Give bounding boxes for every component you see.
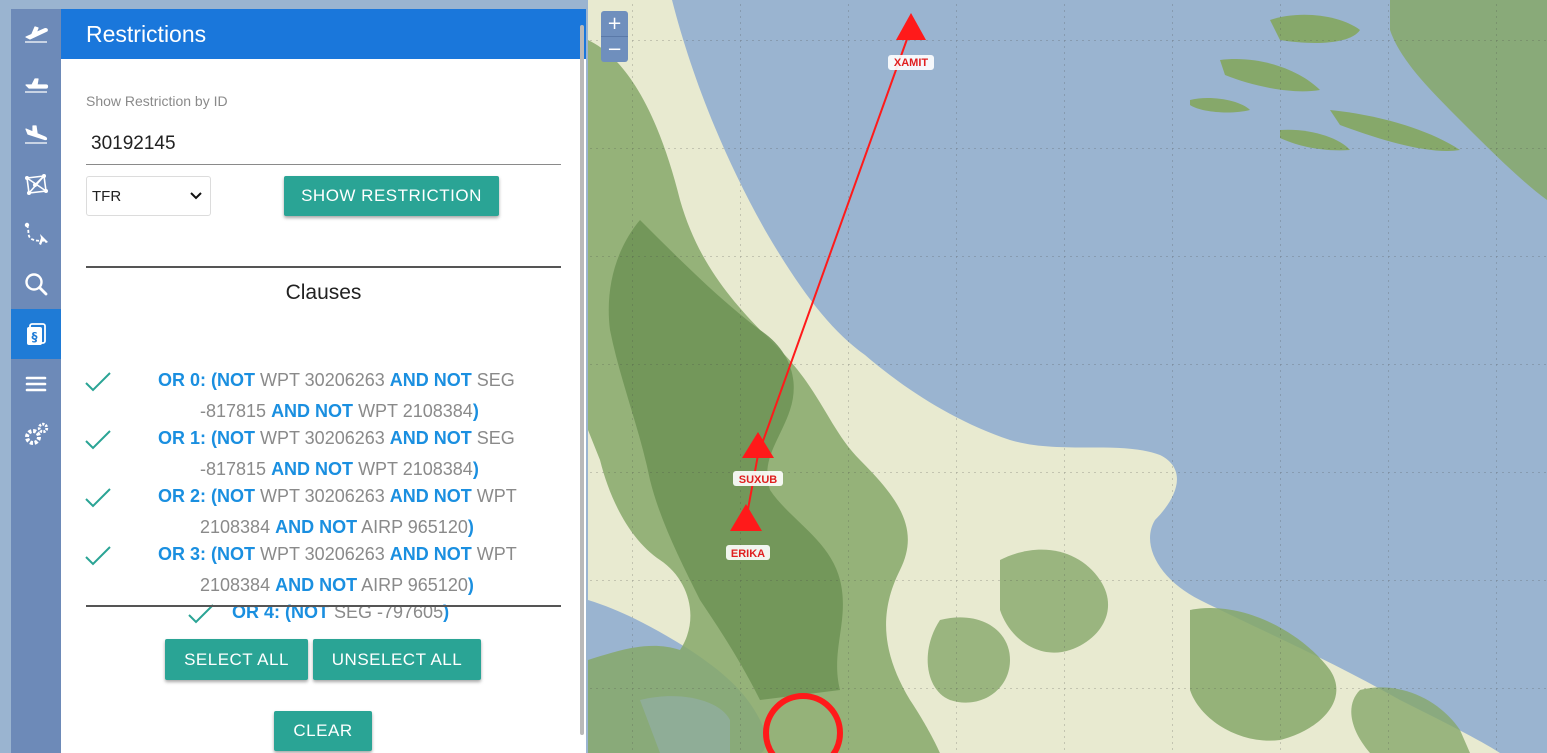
menu-icon xyxy=(25,376,47,392)
clause-term: 2108384 xyxy=(200,517,276,537)
clause-keyword: OR 1: (NOT xyxy=(158,428,255,448)
clause-keyword: OR 3: (NOT xyxy=(158,544,255,564)
select-all-button[interactable]: SELECT ALL xyxy=(165,639,308,680)
clause-text: -817815 AND NOT WPT 2108384) xyxy=(200,459,479,480)
clause-term: AIRP 965120 xyxy=(357,575,468,595)
clause-keyword: AND NOT xyxy=(275,517,358,537)
sidebar-item-arrivals[interactable] xyxy=(11,109,61,159)
clause-term: 2108384 xyxy=(200,575,276,595)
sidebar-item-routes[interactable] xyxy=(11,209,61,259)
clause-keyword: AND NOT xyxy=(389,486,472,506)
settings-icon xyxy=(25,422,49,445)
plane-landing-icon xyxy=(25,125,48,144)
clause-checkbox[interactable] xyxy=(84,487,112,509)
divider xyxy=(86,605,561,607)
unselect-all-button[interactable]: UNSELECT ALL xyxy=(313,639,481,680)
show-restriction-button[interactable]: SHOW RESTRICTION xyxy=(284,176,499,216)
clause-keyword: OR 2: (NOT xyxy=(158,486,255,506)
clause-term: -817815 xyxy=(200,459,272,479)
clause-term: WPT 30206263 xyxy=(255,428,390,448)
restriction-id-label: Show Restriction by ID xyxy=(86,93,228,109)
clause-keyword: OR 0: (NOT xyxy=(158,370,255,390)
clause-checkbox[interactable] xyxy=(84,429,112,451)
restriction-id-input[interactable] xyxy=(86,123,561,165)
clause-text: OR 3: (NOT WPT 30206263 AND NOT WPT xyxy=(158,544,517,565)
clause-term: WPT 2108384 xyxy=(353,401,473,421)
clause-keyword: AND NOT xyxy=(389,428,472,448)
chevron-down-icon xyxy=(190,192,202,200)
divider xyxy=(86,266,561,268)
restriction-type-value: TFR xyxy=(92,187,122,205)
clause-text: OR 0: (NOT WPT 30206263 AND NOT SEG xyxy=(158,370,515,391)
sidebar-item-search[interactable] xyxy=(11,259,61,309)
panel-scrollbar[interactable] xyxy=(580,25,584,735)
clause-keyword: AND NOT xyxy=(271,401,354,421)
restriction-type-select[interactable]: TFR xyxy=(86,176,211,216)
sidebar-item-menu[interactable] xyxy=(11,359,61,409)
svg-text:SUXUB: SUXUB xyxy=(739,474,778,486)
zoom-control: + − xyxy=(601,11,628,62)
clause-term: AIRP 965120 xyxy=(357,517,468,537)
clause-keyword: AND NOT xyxy=(275,575,358,595)
checkmark-icon xyxy=(85,488,111,508)
plane-icon xyxy=(25,78,49,93)
sidebar-item-network[interactable] xyxy=(11,159,61,209)
clause-term: WPT 30206263 xyxy=(255,370,390,390)
clause-text: -817815 AND NOT WPT 2108384) xyxy=(200,401,479,422)
clause-keyword: ) xyxy=(467,517,474,537)
sidebar-item-departures[interactable] xyxy=(11,9,61,59)
restriction-doc-icon: § xyxy=(27,323,46,345)
clause-term: WPT 30206263 xyxy=(255,486,390,506)
svg-text:§: § xyxy=(32,330,38,344)
route-icon xyxy=(24,222,48,245)
zoom-in-button[interactable]: + xyxy=(601,11,628,36)
sidebar-item-restrictions[interactable]: § xyxy=(11,309,61,359)
checkmark-icon xyxy=(85,546,111,566)
zoom-out-button[interactable]: − xyxy=(601,36,628,62)
clause-keyword: AND NOT xyxy=(389,544,472,564)
clause-text: OR 2: (NOT WPT 30206263 AND NOT WPT xyxy=(158,486,517,507)
network-icon xyxy=(25,174,48,195)
clause-term: WPT 30206263 xyxy=(255,544,390,564)
clear-button[interactable]: CLEAR xyxy=(274,711,372,751)
clause-keyword: AND NOT xyxy=(271,459,354,479)
sidebar-item-flights[interactable] xyxy=(11,59,61,109)
restrictions-panel: Restrictions Show Restriction by ID TFR … xyxy=(61,9,586,753)
clause-keyword: ) xyxy=(472,459,479,479)
panel-title: Restrictions xyxy=(61,9,586,59)
clause-keyword: ) xyxy=(467,575,474,595)
icon-sidebar: § xyxy=(11,9,61,753)
svg-text:XAMIT: XAMIT xyxy=(894,57,929,69)
svg-text:ERIKA: ERIKA xyxy=(731,548,765,560)
clause-term: SEG xyxy=(471,370,515,390)
search-icon xyxy=(25,273,48,296)
clause-term: WPT xyxy=(471,544,517,564)
clause-keyword: ) xyxy=(472,401,479,421)
clause-checkbox[interactable] xyxy=(84,371,112,393)
checkmark-icon xyxy=(85,430,111,450)
checkmark-icon xyxy=(85,372,111,392)
plane-takeoff-icon xyxy=(25,26,48,43)
clause-text: OR 1: (NOT WPT 30206263 AND NOT SEG xyxy=(158,428,515,449)
clause-term: -817815 xyxy=(200,401,272,421)
clause-text: 2108384 AND NOT AIRP 965120) xyxy=(200,517,474,538)
sidebar-item-settings[interactable] xyxy=(11,409,61,459)
clause-keyword: AND NOT xyxy=(389,370,472,390)
clause-checkbox[interactable] xyxy=(84,545,112,567)
clauses-title: Clauses xyxy=(285,281,362,304)
clause-term: WPT xyxy=(471,486,517,506)
clause-term: WPT 2108384 xyxy=(353,459,473,479)
clause-text: 2108384 AND NOT AIRP 965120) xyxy=(200,575,474,596)
clause-term: SEG xyxy=(471,428,515,448)
